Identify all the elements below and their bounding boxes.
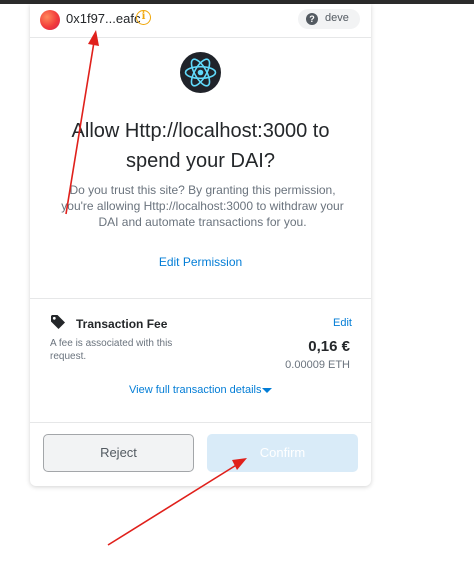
network-label: deve bbox=[325, 12, 349, 24]
network-selector[interactable]: ? deve bbox=[298, 9, 360, 29]
edit-fee-link[interactable]: Edit bbox=[333, 317, 352, 329]
view-details-link[interactable]: View full transaction details bbox=[129, 384, 261, 396]
question-circle-icon: ? bbox=[306, 13, 318, 25]
permission-description: Do you trust this site? By granting this… bbox=[61, 183, 344, 229]
fee-eth-amount: 0.00009 ETH bbox=[285, 359, 350, 371]
chevron-down-icon[interactable] bbox=[262, 388, 272, 393]
edit-permission-link[interactable]: Edit Permission bbox=[30, 255, 371, 269]
title-line-1: Allow Http://localhost:3000 to bbox=[71, 120, 330, 142]
dialog-header: 0x1f97...eafc i ? deve bbox=[30, 4, 371, 34]
footer-divider bbox=[30, 422, 371, 423]
header-divider bbox=[30, 37, 371, 38]
confirm-button[interactable]: Confirm bbox=[207, 434, 358, 472]
page-title: Allow Http://localhost:3000 to spend you… bbox=[30, 116, 371, 176]
reject-button[interactable]: Reject bbox=[43, 434, 194, 472]
title-line-2: spend your DAI? bbox=[126, 150, 275, 172]
account-avatar[interactable] bbox=[40, 10, 60, 30]
account-name[interactable]: 0x1f97...eafc bbox=[66, 11, 140, 26]
fee-fiat-amount: 0,16 € bbox=[308, 338, 350, 355]
tag-icon bbox=[50, 314, 66, 335]
transaction-fee-title: Transaction Fee bbox=[76, 317, 168, 331]
section-divider bbox=[30, 298, 371, 299]
permission-dialog: 0x1f97...eafc i ? deve Allow Http://loca… bbox=[30, 4, 371, 486]
fee-note: A fee is associated with this request. bbox=[50, 338, 173, 362]
react-logo-icon bbox=[180, 52, 221, 93]
info-circle-icon[interactable]: i bbox=[136, 10, 151, 25]
